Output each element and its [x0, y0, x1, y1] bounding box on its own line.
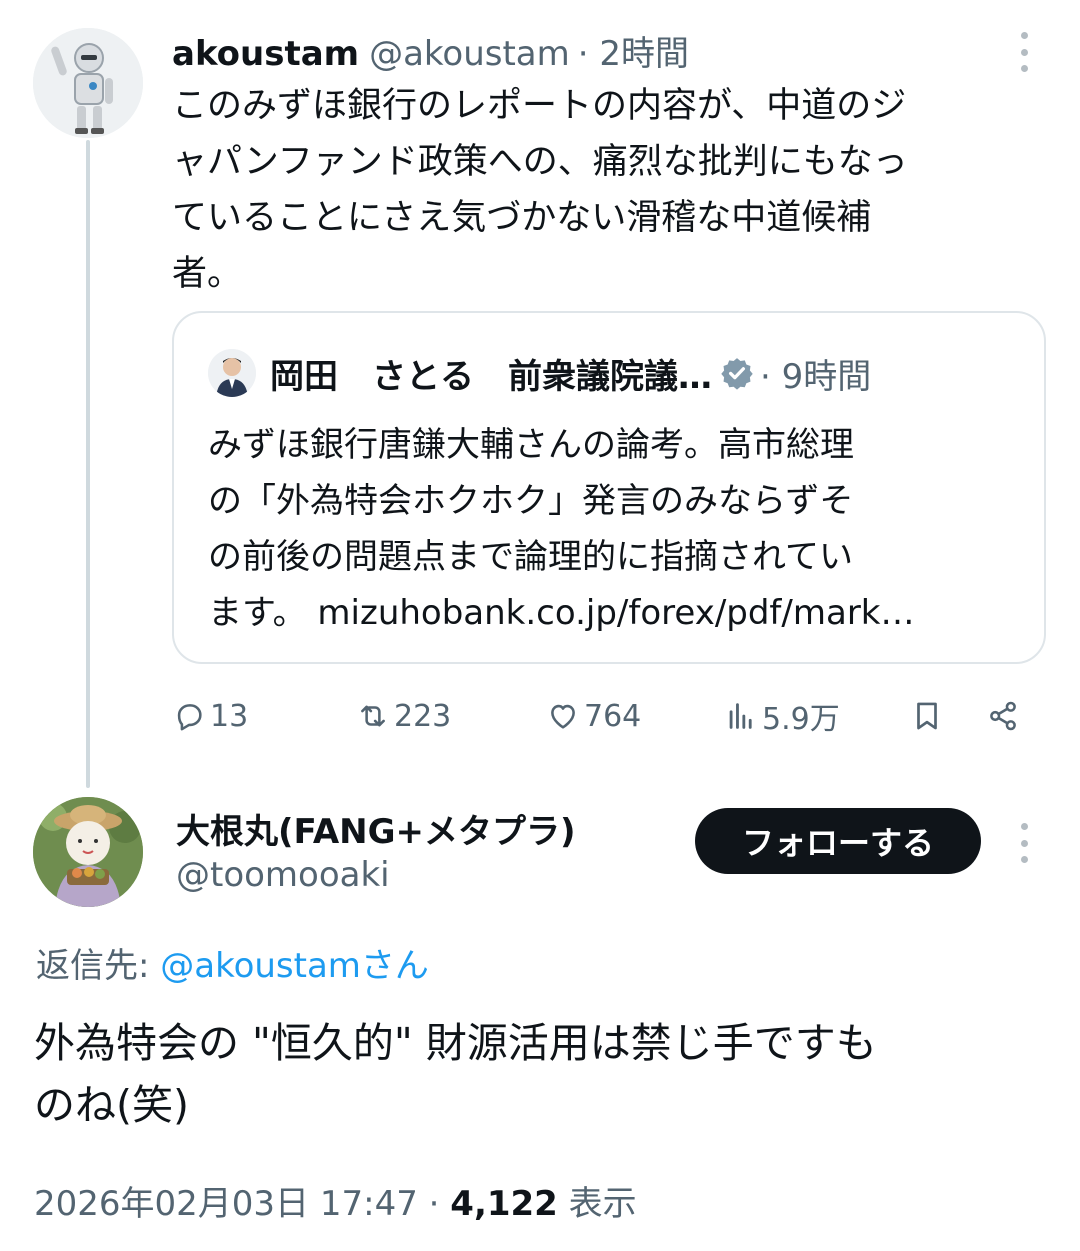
post-text-line: ていることにさえ気づかない滑稽な中道候補: [172, 198, 872, 238]
heart-icon: [551, 704, 575, 729]
quoted-text-line: の前後の問題点まで論理的に指摘されてい: [208, 537, 853, 577]
reply-prefix: 返信先:: [36, 946, 161, 986]
post-header: akoustam @akoustam · 2時間: [172, 26, 689, 74]
post-text-line: ャパンファンド政策への、痛烈な批判にもなっ: [172, 142, 908, 182]
quoted-text-line: の「外為特会ホクホク」発言のみならずそ: [208, 481, 854, 521]
bookmark-icon: [917, 702, 937, 730]
post-view-suffix: 表示: [557, 1184, 637, 1224]
more-icon[interactable]: [1019, 823, 1029, 863]
verified-badge-icon: [721, 358, 753, 390]
post-timestamp[interactable]: 2026年02月03日 17:47 ·: [34, 1184, 450, 1224]
follow-button[interactable]: フォローする: [695, 808, 981, 874]
quoted-post-header: 岡田 さとる 前衆議院議… · 9時間: [208, 349, 871, 397]
view-count: 5.9万: [762, 702, 840, 737]
reply-count: 13: [210, 698, 249, 734]
post-text-line: 外為特会の "恒久的" 財源活用は禁じ手ですも: [34, 1019, 877, 1067]
reply-mention-link[interactable]: @akoustamさん: [160, 946, 429, 986]
bookmark-button[interactable]: [910, 690, 948, 742]
user-handle[interactable]: @toomooaki: [176, 855, 390, 895]
reply-context: 返信先: @akoustamさん: [36, 938, 429, 987]
quoted-avatar: [208, 349, 256, 397]
views-icon: [729, 703, 752, 729]
share-button[interactable]: [986, 690, 1024, 742]
reply-button[interactable]: 13: [172, 690, 248, 742]
thread-connector-line: [86, 140, 90, 788]
user-handle[interactable]: @akoustam: [369, 34, 570, 74]
quoted-post-text: みずほ銀行唐鎌大輔さんの論考。高市総理 の「外為特会ホクホク」発言のみならずそ …: [208, 417, 1028, 641]
quoted-text-line: ます。 mizuhobank.co.jp/forex/pdf/mark…: [208, 593, 915, 633]
post-text: このみずほ銀行のレポートの内容が、中道のジ ャパンファンド政策への、痛烈な批判に…: [172, 78, 1042, 302]
post-text-line: のね(笑): [34, 1081, 189, 1129]
reply-icon: [177, 704, 202, 731]
post-action-bar: 13 223 764 5.9万: [172, 690, 1032, 742]
post-time[interactable]: · 2時間: [578, 26, 689, 75]
more-icon[interactable]: [1019, 32, 1029, 72]
retweet-button[interactable]: 223: [356, 690, 451, 742]
quoted-text-line: みずほ銀行唐鎌大輔さんの論考。高市総理: [208, 425, 854, 465]
post-view-count: 4,122: [450, 1184, 558, 1224]
post-meta: 2026年02月03日 17:47 · 4,122 表示: [34, 1176, 637, 1225]
display-name[interactable]: 大根丸(FANG+メタプラ): [176, 804, 576, 853]
views-button[interactable]: 5.9万: [724, 690, 840, 742]
quoted-post-card[interactable]: 岡田 さとる 前衆議院議… · 9時間 みずほ銀行唐鎌大輔さんの論考。高市総理 …: [172, 311, 1046, 664]
display-name[interactable]: akoustam: [172, 34, 359, 74]
quoted-post-time: · 9時間: [760, 356, 872, 397]
post-detail-page: akoustam @akoustam · 2時間 このみずほ銀行のレポートの内容…: [0, 0, 1080, 1251]
like-button[interactable]: 764: [546, 690, 641, 742]
quoted-display-name: 岡田 さとる 前衆議院議…: [270, 356, 712, 397]
retweet-icon: [361, 705, 385, 727]
avatar[interactable]: [33, 28, 143, 138]
post-text-line: 者。: [172, 254, 243, 294]
retweet-count: 223: [394, 698, 452, 734]
avatar[interactable]: [33, 797, 143, 907]
share-icon: [990, 701, 1016, 731]
post-text-line: このみずほ銀行のレポートの内容が、中道のジ: [172, 86, 907, 126]
post-text: 外為特会の "恒久的" 財源活用は禁じ手ですも のね(笑): [34, 1012, 1054, 1136]
like-count: 764: [584, 698, 642, 734]
